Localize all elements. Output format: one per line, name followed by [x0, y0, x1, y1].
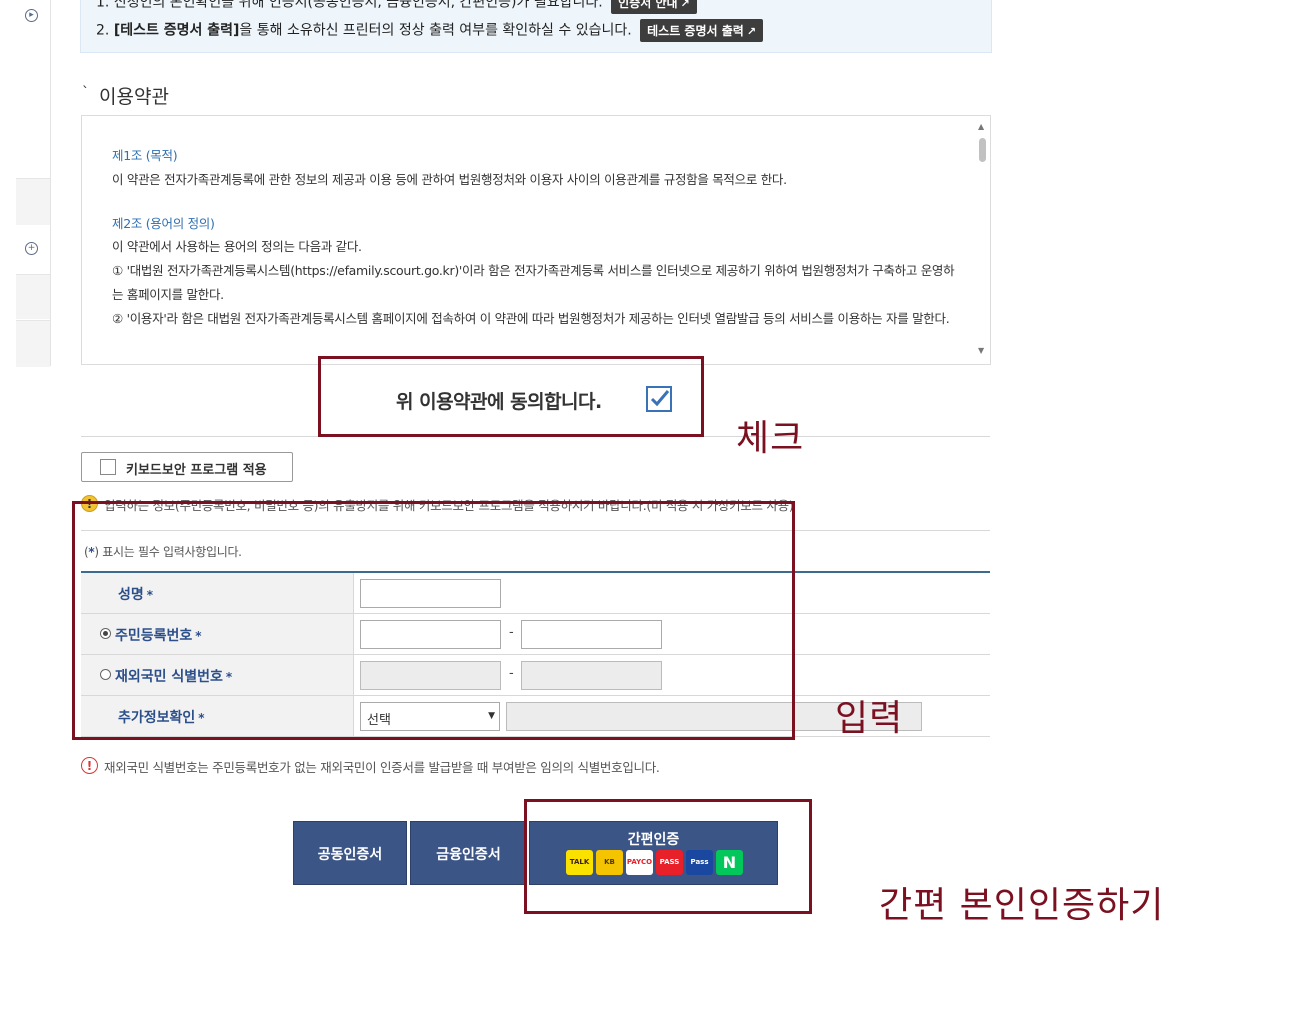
article-1-body: 이 약관은 전자가족관계등록에 관한 정보의 제공과 이용 등에 관하여 법원행…	[112, 171, 787, 187]
external-link-icon: ↗	[680, 0, 690, 10]
info-line-1: 1. 신청인의 본인확인을 위해 인증서(공동인증서, 금융인증서, 간편인증)…	[96, 0, 697, 14]
info-box: 1. 신청인의 본인확인을 위해 인증서(공동인증서, 금융인증서, 간편인증)…	[80, 0, 992, 53]
foreign-id-note: 재외국민 식별번호는 주민등록번호가 없는 재외국민이 인증서를 발급받을 때 …	[104, 760, 660, 775]
play-circle-icon[interactable]: ▸	[25, 9, 38, 22]
scroll-down-arrow-icon[interactable]: ▼	[978, 346, 984, 355]
annotation-box-simple-auth	[524, 799, 812, 914]
joint-certificate-button[interactable]: 공동인증서	[293, 821, 407, 885]
annotation-input: 입력	[835, 698, 904, 739]
financial-certificate-button[interactable]: 금융인증서	[410, 821, 527, 885]
rail-block	[16, 178, 50, 225]
terms-content: 제1조 (목적) 이 약관은 전자가족관계등록에 관한 정보의 제공과 이용 등…	[112, 144, 962, 331]
cert-guide-button[interactable]: 인증서 안내 ↗	[611, 0, 697, 14]
bullet-tick-icon: `	[82, 85, 89, 101]
left-rail: ▸ +	[16, 0, 51, 367]
keyboard-security-checkbox[interactable]	[100, 459, 116, 475]
annotation-check: 체크	[736, 418, 805, 459]
plus-circle-icon[interactable]: +	[25, 242, 38, 255]
keyboard-security-label: 키보드보안 프로그램 적용	[126, 463, 267, 478]
article-2-heading: 제2조 (용어의 정의)	[112, 215, 215, 231]
keyboard-security-toggle[interactable]: 키보드보안 프로그램 적용	[81, 452, 293, 482]
terms-section-title: ` 이용약관	[82, 85, 169, 108]
scroll-thumb[interactable]	[979, 138, 986, 162]
test-print-button[interactable]: 테스트 증명서 출력 ↗	[640, 19, 764, 42]
annotation-simple-auth: 간편 본인인증하기	[879, 885, 1165, 926]
alert-icon: !	[81, 757, 98, 774]
terms-scroll-box[interactable]: 제1조 (목적) 이 약관은 전자가족관계등록에 관한 정보의 제공과 이용 등…	[81, 115, 991, 365]
info-line-2: 2. [테스트 증명서 출력]을 통해 소유하신 프린터의 정상 출력 여부를 …	[96, 19, 764, 42]
terms-scrollbar[interactable]: ▲ ▼	[974, 116, 990, 364]
rail-block	[16, 274, 50, 319]
external-link-icon: ↗	[746, 25, 757, 38]
annotation-box-check	[318, 356, 704, 437]
annotation-box-input	[72, 501, 795, 740]
scroll-up-arrow-icon[interactable]: ▲	[978, 122, 984, 131]
rail-block	[16, 320, 50, 367]
article-1-heading: 제1조 (목적)	[112, 148, 178, 163]
article-2-body: 이 약관에서 사용하는 용어의 정의는 다음과 같다.	[112, 239, 362, 255]
article-2-item-1: ① '대법원 전자가족관계등록시스템(https://efamily.scour…	[112, 263, 955, 302]
article-2-item-2: ② '이용자'라 함은 대법원 전자가족관계등록시스템 홈페이지에 접속하여 이…	[112, 310, 950, 326]
